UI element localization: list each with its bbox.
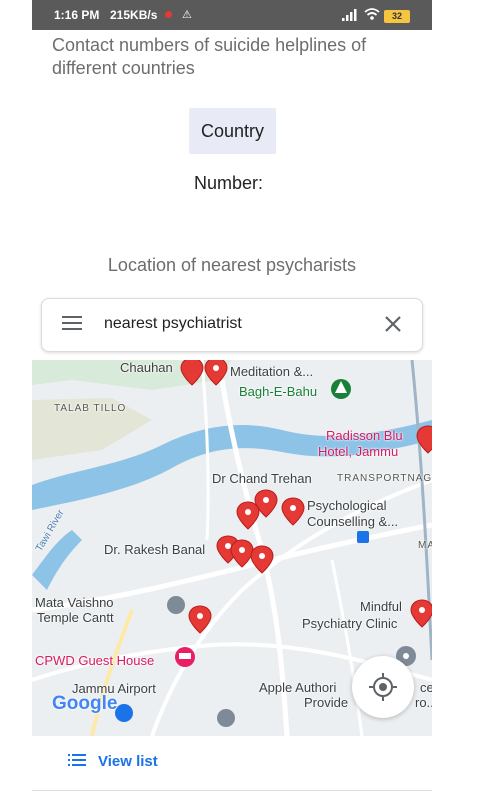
map-label: Provide: [304, 695, 349, 710]
map-label: Radisson Blu: [326, 428, 403, 443]
status-network-speed: 215KB/s: [110, 8, 158, 22]
wifi-icon: [364, 7, 380, 24]
list-icon: [68, 753, 86, 771]
search-query[interactable]: nearest psychiatrist: [104, 315, 242, 333]
map-label: ro...: [415, 695, 432, 710]
map-label: Bagh-E-Bahu: [239, 384, 318, 399]
country-button[interactable]: Country: [189, 108, 276, 154]
map-label: Psychological: [307, 498, 387, 513]
location-title: Location of nearest psycharists: [107, 255, 357, 275]
map-label: Psychiatry Clinic: [302, 616, 398, 631]
map-label: Temple Cantt: [37, 610, 114, 625]
bottom-sheet: View list: [32, 736, 432, 791]
app-screen: 1:16 PM 215KB/s ⚠ 32 Contact numbers of …: [32, 0, 432, 800]
page-heading: Contact numbers of suicide helplines of …: [52, 35, 367, 78]
number-label: Number:: [194, 173, 264, 193]
map-label: Mindful: [360, 599, 402, 614]
map-label: Dr Chand Trehan: [212, 471, 312, 486]
map-label: Apple Authori: [259, 680, 337, 695]
map-label: Chauhan: [120, 360, 173, 375]
map-label: TRANSPORTNAGA: [337, 473, 432, 484]
map-label: ce: [420, 680, 432, 695]
crosshair-icon: [369, 673, 397, 701]
close-icon[interactable]: [382, 313, 404, 335]
map-label: MA: [418, 540, 432, 551]
status-time: 1:16 PM: [54, 8, 100, 22]
view-list-button[interactable]: View list: [68, 753, 158, 771]
menu-icon[interactable]: [62, 313, 82, 333]
google-logo: Google: [52, 693, 118, 714]
map-label: Counselling &...: [307, 514, 399, 529]
map-label: CPWD Guest House: [35, 653, 155, 668]
recording-icon: [165, 11, 172, 18]
map-label: Dr. Rakesh Banal: [104, 542, 206, 557]
map-label: Hotel, Jammu: [318, 444, 399, 459]
status-bar: 1:16 PM 215KB/s ⚠ 32: [32, 0, 432, 30]
view-list-label: View list: [98, 753, 158, 770]
warning-icon: ⚠: [182, 9, 192, 21]
map-label: TALAB TILLO: [54, 403, 127, 414]
signal-icon: [342, 9, 358, 24]
map-label: Mata Vaishno: [35, 595, 114, 610]
map-search-box[interactable]: nearest psychiatrist: [41, 298, 423, 352]
my-location-button[interactable]: [352, 656, 414, 718]
map-label: Meditation &...: [230, 364, 314, 379]
battery-icon: 32: [384, 10, 410, 23]
